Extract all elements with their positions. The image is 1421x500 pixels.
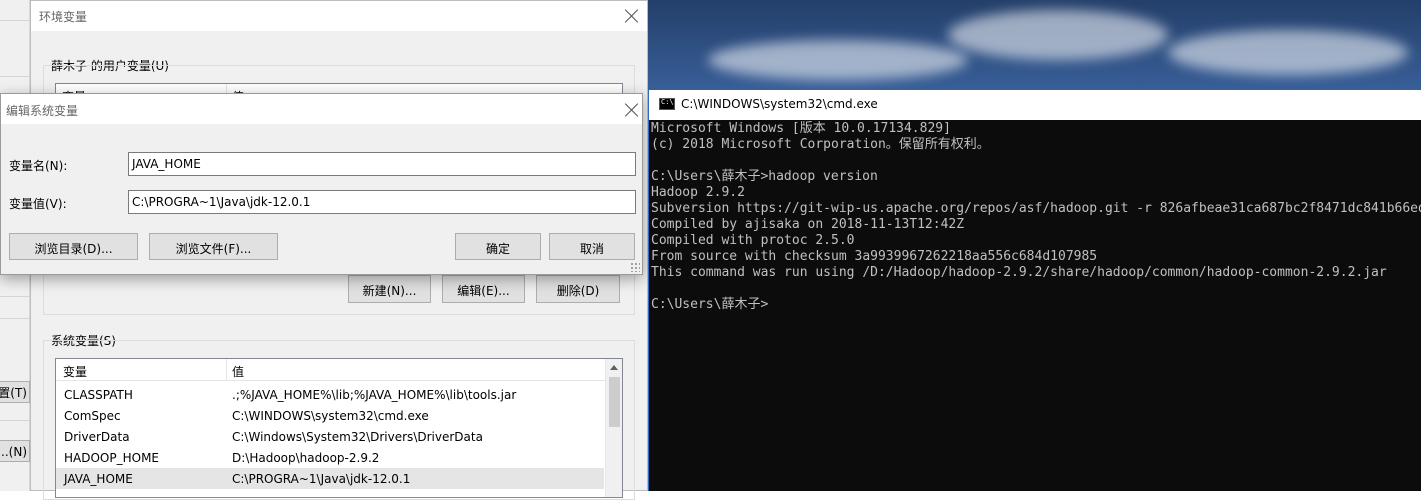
variable-name-cell: DriverData: [64, 430, 130, 444]
wallpaper-cloud: [708, 40, 968, 80]
console-line: Hadoop 2.9.2: [651, 185, 745, 200]
variable-name-cell: HADOOP_HOME: [64, 451, 160, 465]
divider: [0, 20, 30, 21]
console-line: Microsoft Windows [版本 10.0.17134.829]: [651, 121, 951, 136]
edit-dialog-title: 编辑系统变量: [6, 104, 79, 118]
browse-directory-button[interactable]: 浏览目录(D)...: [9, 233, 138, 260]
cmd-window-title: C:\WINDOWS\system32\cmd.exe: [681, 97, 878, 111]
user-delete-label: 删除(D): [556, 284, 600, 298]
divider: [0, 318, 30, 319]
divider: [0, 76, 30, 77]
column-separator[interactable]: [226, 359, 227, 381]
variable-value-cell: .;%JAVA_HOME%\lib;%JAVA_HOME%\lib\tools.…: [232, 388, 517, 402]
divider: [0, 420, 30, 421]
variable-name-label: 变量名(N):: [9, 159, 68, 173]
background-set-button[interactable]: 置(T)...: [0, 381, 30, 403]
variable-value-cell: C:\WINDOWS\system32\cmd.exe: [232, 409, 429, 423]
table-row[interactable]: ComSpec C:\WINDOWS\system32\cmd.exe: [56, 405, 604, 426]
browse-file-button[interactable]: 浏览文件(F)...: [149, 233, 278, 260]
console-line: C:\Users\薛木子>hadoop version: [651, 169, 878, 184]
cmd-console-output[interactable]: Microsoft Windows [版本 10.0.17134.829] (c)…: [651, 121, 1421, 491]
user-edit-button[interactable]: 编辑(E)...: [442, 275, 525, 303]
browse-file-label: 浏览文件(F)...: [175, 242, 252, 256]
console-line: C:\Users\薛木子>: [651, 297, 769, 312]
variable-name-cell: ComSpec: [64, 409, 121, 423]
divider: [0, 296, 30, 297]
cmd-titlebar: C:\WINDOWS\system32\cmd.exe: [649, 90, 1421, 120]
resize-grip[interactable]: [630, 262, 640, 272]
scrollbar-thumb[interactable]: [609, 377, 620, 427]
scroll-up-icon[interactable]: [610, 365, 618, 370]
browse-directory-label: 浏览目录(D)...: [34, 242, 113, 256]
table-row[interactable]: JAVA_HOME C:\PROGRA~1\Java\jdk-12.0.1: [56, 468, 604, 489]
wallpaper-cloud: [1168, 30, 1408, 75]
ok-label: 确定: [485, 242, 510, 256]
cancel-button[interactable]: 取消: [549, 233, 635, 260]
column-header-value[interactable]: 值: [232, 363, 244, 380]
variable-value-cell: C:\PROGRA~1\Java\jdk-12.0.1: [232, 472, 411, 486]
user-edit-label: 编辑(E)...: [457, 284, 510, 298]
table-row[interactable]: DriverData C:\Windows\System32\Drivers\Dr…: [56, 426, 604, 447]
column-header-variable[interactable]: 变量: [63, 363, 87, 380]
table-row[interactable]: HADOOP_HOME D:\Hadoop\hadoop-2.9.2: [56, 447, 604, 468]
ok-button[interactable]: 确定: [455, 233, 541, 260]
variable-name-cell: JAVA_HOME: [64, 472, 133, 486]
variable-name-cell: CLASSPATH: [64, 388, 133, 402]
wallpaper-cloud: [948, 10, 1168, 60]
console-line: This command was run using /D:/Hadoop/ha…: [651, 265, 1387, 280]
console-line: Subversion https://git-wip-us.apache.org…: [651, 201, 1421, 216]
cmd-icon: [659, 98, 675, 110]
console-line: (c) 2018 Microsoft Corporation。保留所有权利。: [651, 137, 990, 152]
background-new-button[interactable]: (N)...: [0, 440, 30, 462]
variable-value-cell: D:\Hadoop\hadoop-2.9.2: [232, 451, 380, 465]
user-new-button[interactable]: 新建(N)...: [348, 275, 431, 303]
system-vars-list[interactable]: 变量 值 CLASSPATH .;%JAVA_HOME%\lib;%JAVA_HO…: [55, 358, 623, 498]
env-titlebar: 环境变量: [31, 1, 647, 31]
user-new-label: 新建(N)...: [362, 284, 417, 298]
console-line: Compiled by ajisaka on 2018-11-13T12:42Z: [651, 217, 965, 232]
system-vars-scrollbar[interactable]: [605, 359, 622, 497]
edit-system-variable-dialog: 编辑系统变量 变量名(N): JAVA_HOME 变量值(V): C:\PROG…: [0, 93, 643, 275]
console-line: Compiled with protoc 2.5.0: [651, 233, 855, 248]
edit-dialog-titlebar: 编辑系统变量: [1, 94, 642, 124]
variable-value-cell: C:\Windows\System32\Drivers\DriverData: [232, 430, 483, 444]
variable-value-input[interactable]: C:\PROGRA~1\Java\jdk-12.0.1: [128, 190, 636, 214]
env-window-title: 环境变量: [39, 10, 88, 24]
close-icon[interactable]: [625, 9, 639, 23]
variable-value-label: 变量值(V):: [9, 197, 67, 211]
variable-name-input[interactable]: JAVA_HOME: [128, 152, 636, 176]
user-delete-button[interactable]: 删除(D): [536, 275, 620, 303]
system-vars-header: 变量 值: [56, 359, 622, 381]
table-row[interactable]: CLASSPATH .;%JAVA_HOME%\lib;%JAVA_HOME%\l…: [56, 384, 604, 405]
cmd-window: C:\WINDOWS\system32\cmd.exe Microsoft Wi…: [648, 90, 1421, 491]
console-line: From source with checksum 3a993996726221…: [651, 249, 1098, 264]
cancel-label: 取消: [579, 242, 604, 256]
close-icon[interactable]: [625, 103, 639, 117]
